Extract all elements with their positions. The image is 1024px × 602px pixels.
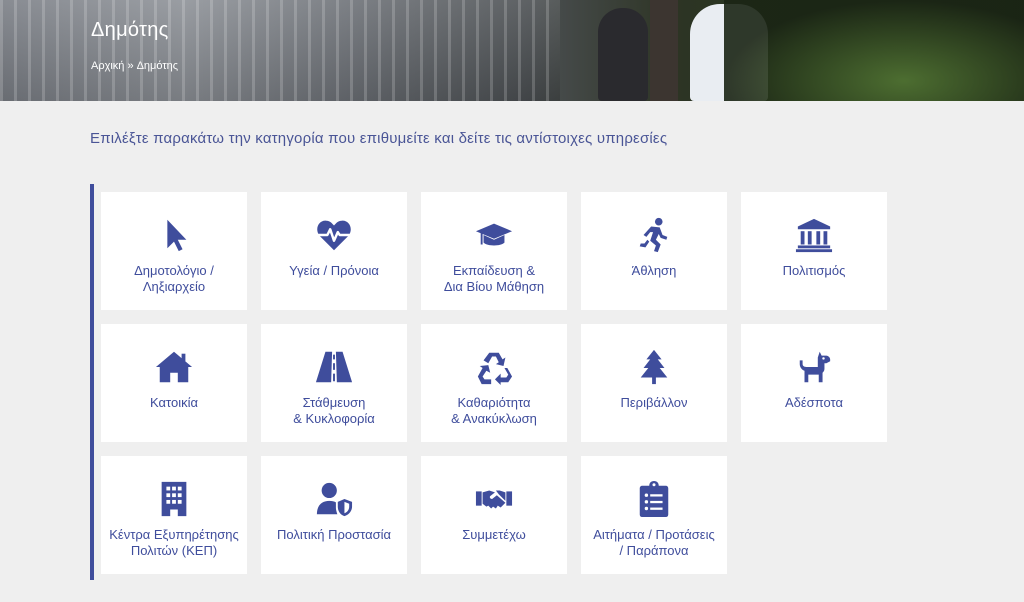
category-card-health[interactable]: Υγεία / Πρόνοια: [261, 192, 407, 310]
category-card-education[interactable]: Εκπαίδευση & Δια Βίου Μάθηση: [421, 192, 567, 310]
category-label: Άθληση: [631, 263, 677, 278]
hero-banner: Δημότης Αρχική» Δημότης: [0, 0, 1024, 101]
landmark-icon: [795, 216, 833, 254]
house-icon: [155, 348, 193, 386]
tree-icon: [635, 348, 673, 386]
category-card-requests[interactable]: Αιτήματα / Προτάσεις / Παράπονα: [581, 456, 727, 574]
category-label: Δημοτολόγιο / Ληξιαρχείο: [134, 263, 214, 294]
breadcrumb-current: Δημότης: [136, 60, 179, 72]
tree-trunk: [650, 0, 678, 101]
fountain-photo: [0, 0, 560, 101]
category-label: Καθαριότητα & Ανακύκλωση: [451, 395, 537, 426]
intro-text: Επιλέξτε παρακάτω την κατηγορία που επιθ…: [90, 130, 668, 147]
category-label: Αδέσποτα: [784, 395, 844, 410]
breadcrumb: Αρχική» Δημότης: [91, 60, 178, 72]
category-card-kep[interactable]: Κέντρα Εξυπηρέτησης Πολιτών (ΚΕΠ): [101, 456, 247, 574]
category-label: Κέντρα Εξυπηρέτησης Πολιτών (ΚΕΠ): [109, 527, 239, 558]
recycle-icon: [475, 348, 513, 386]
building-icon: [155, 480, 193, 518]
clipboard-list-icon: [635, 480, 673, 518]
dog-icon: [795, 348, 833, 386]
handshake-icon: [475, 480, 513, 518]
category-label: Πολιτισμός: [782, 263, 846, 278]
category-label: Υγεία / Πρόνοια: [289, 263, 379, 278]
category-card-culture[interactable]: Πολιτισμός: [741, 192, 887, 310]
category-label: Περιβάλλον: [620, 395, 688, 410]
user-shield-icon: [315, 480, 353, 518]
category-card-registry[interactable]: Δημοτολόγιο / Ληξιαρχείο: [101, 192, 247, 310]
category-card-cleaning[interactable]: Καθαριότητα & Ανακύκλωση: [421, 324, 567, 442]
category-label: Πολιτική Προστασία: [276, 527, 392, 542]
category-card-sports[interactable]: Άθληση: [581, 192, 727, 310]
category-label: Συμμετέχω: [462, 527, 526, 542]
category-card-strays[interactable]: Αδέσποτα: [741, 324, 887, 442]
graduation-cap-icon: [475, 216, 513, 254]
running-icon: [635, 216, 673, 254]
accent-bar: [90, 184, 94, 580]
category-card-participate[interactable]: Συμμετέχω: [421, 456, 567, 574]
person-figure: [598, 8, 648, 101]
category-card-environment[interactable]: Περιβάλλον: [581, 324, 727, 442]
page-title: Δημότης: [91, 19, 169, 41]
breadcrumb-separator: »: [127, 60, 134, 72]
breadcrumb-home-link[interactable]: Αρχική: [91, 60, 124, 72]
pointer-icon: [155, 216, 193, 254]
heartbeat-icon: [315, 216, 353, 254]
park-background: [724, 0, 1024, 101]
road-icon: [315, 348, 353, 386]
category-label: Εκπαίδευση & Δια Βίου Μάθηση: [443, 263, 545, 294]
category-label: Αιτήματα / Προτάσεις / Παράπονα: [593, 527, 715, 558]
category-label: Κατοικία: [149, 395, 198, 410]
category-card-civil-protection[interactable]: Πολιτική Προστασία: [261, 456, 407, 574]
category-card-parking[interactable]: Στάθμευση & Κυκλοφορία: [261, 324, 407, 442]
category-label: Στάθμευση & Κυκλοφορία: [293, 395, 375, 426]
category-card-housing[interactable]: Κατοικία: [101, 324, 247, 442]
